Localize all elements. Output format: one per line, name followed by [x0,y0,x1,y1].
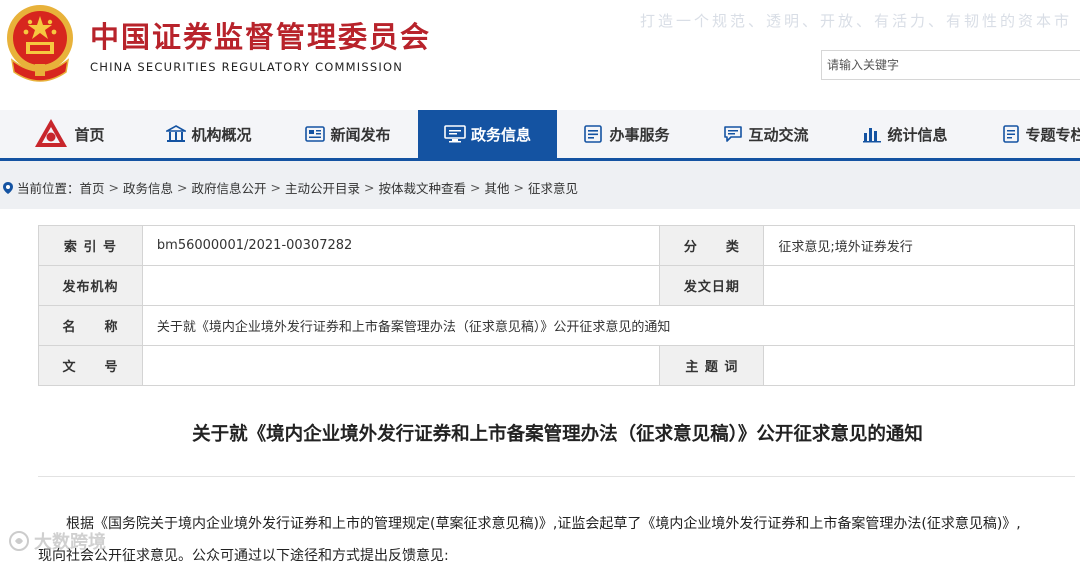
document-meta-table: 索 引 号 bm56000001/2021-00307282 分 类 征求意见;… [38,225,1076,386]
breadcrumb-separator: > [108,180,120,195]
nav-label-services: 办事服务 [609,125,670,144]
site-header: 中国证券监督管理委员会 CHINA SECURITIES REGULATORY … [0,0,1080,110]
nav-label-home: 首页 [74,125,105,144]
breadcrumb-separator: > [270,180,282,195]
breadcrumb-other[interactable]: 其他 [485,178,510,197]
watermark-logo-icon [9,531,29,551]
main-nav: 首页 机构概况 新闻发布 政务信息 办事服务 互动交流 统计信息 专题专栏 [0,110,1080,161]
publisher-value [141,265,661,306]
breadcrumb-consultation[interactable]: 征求意见 [528,178,578,197]
breadcrumb-separator: > [177,180,188,195]
breadcrumb-separator: > [513,180,525,195]
breadcrumb-separator: > [470,180,481,195]
nav-item-services[interactable]: 办事服务 [558,110,696,158]
index-value: bm56000001/2021-00307282 [141,225,661,266]
date-value [763,265,1075,306]
breadcrumb: 当前位置： 首页 > 政务信息 > 政府信息公开 > 主动公开目录 > 按体裁文… [2,178,578,197]
location-pin-icon [3,181,13,194]
search-box[interactable] [821,50,1080,80]
org-name-en: CHINA SECURITIES REGULATORY COMMISSION [90,60,404,74]
nav-item-gov-info[interactable]: 政务信息 [418,110,557,158]
nav-item-interaction[interactable]: 互动交流 [697,110,835,158]
breadcrumb-bar: 当前位置： 首页 > 政务信息 > 政府信息公开 > 主动公开目录 > 按体裁文… [0,161,1080,209]
subject-value [763,345,1075,386]
publisher-label: 发布机构 [38,265,143,306]
news-icon [305,126,326,142]
breadcrumb-catalog[interactable]: 主动公开目录 [285,178,360,197]
list-icon [584,125,603,143]
body-paragraph-line: 现向社会公开征求意见。公众可通过以下途径和方式提出反馈意见: [38,548,449,564]
document-body: 根据《国务院关于境内企业境外发行证券和上市的管理规定(草案征求意见稿)》,证监会… [38,508,1080,572]
table-row: 发布机构 发文日期 [38,265,1075,306]
divider [38,476,1075,477]
nav-item-news[interactable]: 新闻发布 [279,110,417,158]
org-name-cn: 中国证券监督管理委员会 [90,20,432,54]
nav-item-statistics[interactable]: 统计信息 [836,110,974,158]
name-label: 名 称 [38,305,143,346]
nav-label-interaction: 互动交流 [748,125,809,144]
nav-item-about[interactable]: 机构概况 [140,110,278,158]
breadcrumb-gov-info[interactable]: 政务信息 [123,178,173,197]
breadcrumb-prefix: 当前位置： [17,181,80,196]
bar-chart-icon [863,128,882,143]
document-title: 关于就《境内企业境外发行证券和上市备案管理办法（征求意见稿）》公开征求意见的通知 [192,424,923,445]
body-paragraph-line: 根据《国务院关于境内企业境外发行证券和上市的管理规定(草案征求意见稿)》,证监会… [66,516,1021,532]
breadcrumb-home[interactable]: 首页 [80,178,105,197]
building-icon [166,125,187,142]
subject-label: 主 题 词 [659,345,765,386]
name-value: 关于就《境内企业境外发行证券和上市备案管理办法（征求意见稿）》公开征求意见的通知 [141,305,1076,346]
category-label: 分 类 [659,225,765,266]
date-label: 发文日期 [659,265,765,306]
nav-label-about: 机构概况 [191,125,252,144]
csrc-logo-icon [35,119,68,147]
nav-label-news: 新闻发布 [330,125,391,144]
table-row: 名 称 关于就《境内企业境外发行证券和上市备案管理办法（征求意见稿）》公开征求意… [38,305,1076,346]
slogan-text: 打造一个规范、透明、开放、有活力、有韧性的资本市 [640,12,1073,30]
national-emblem-icon [7,5,73,82]
watermark-text: 大数跨境 [34,532,106,553]
docno-label: 文 号 [38,345,143,386]
docno-value [141,345,661,386]
nav-item-home[interactable]: 首页 [0,110,138,158]
watermark: 大数跨境 [8,528,106,554]
index-label: 索 引 号 [38,225,143,266]
monitor-icon [444,125,466,143]
breadcrumb-by-type[interactable]: 按体裁文种查看 [379,178,467,197]
category-value: 征求意见;境外证券发行 [763,225,1075,266]
nav-item-topics[interactable]: 专题专栏 [975,110,1080,158]
chat-icon [724,126,743,142]
table-row: 文 号 主 题 词 [38,345,1075,386]
breadcrumb-disclosure[interactable]: 政府信息公开 [192,178,267,197]
book-icon [1003,125,1020,143]
nav-label-topics: 专题专栏 [1025,125,1080,144]
nav-label-statistics: 统计信息 [887,125,948,144]
search-input[interactable] [822,51,1077,79]
table-row: 索 引 号 bm56000001/2021-00307282 分 类 征求意见;… [38,225,1075,266]
breadcrumb-separator: > [364,180,375,195]
nav-label-gov-info: 政务信息 [470,125,531,144]
